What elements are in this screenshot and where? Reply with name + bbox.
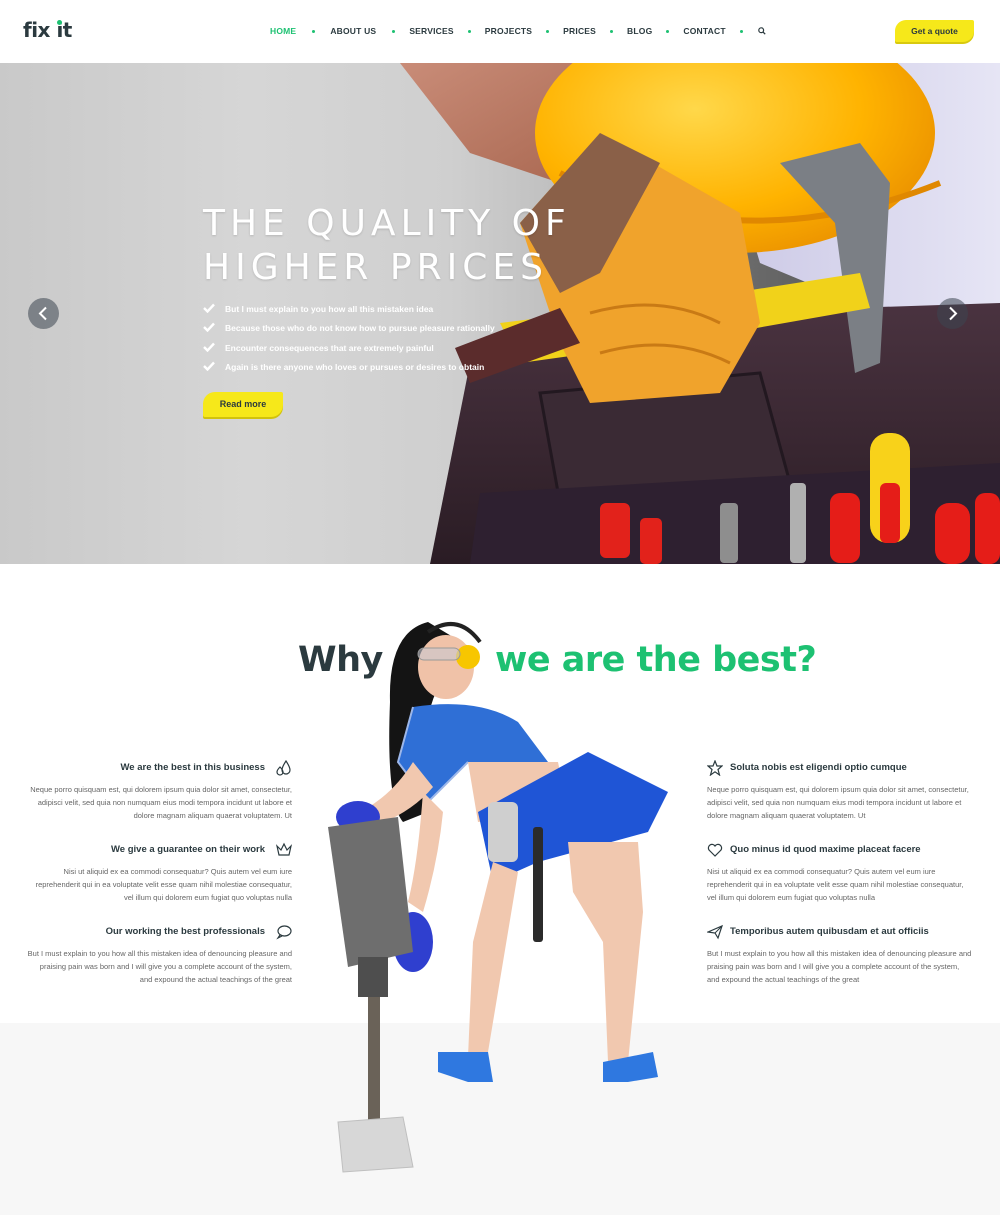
female-worker-illustration: [328, 622, 668, 1173]
feature-title: Our working the best professionals: [27, 924, 292, 940]
nav-prices[interactable]: PRICES: [563, 26, 596, 36]
logo-fix: fix: [23, 18, 50, 42]
logo-it-text: it: [56, 18, 72, 42]
feature-title: We give a guarantee on their work: [27, 842, 292, 858]
nav-separator: [312, 29, 316, 33]
feature-right-2: Quo minus id quod maxime placeat facere …: [707, 842, 972, 904]
feature-left-1: We are the best in this business Neque p…: [27, 760, 292, 822]
hero-bullet-text: Encounter consequences that are extremel…: [225, 342, 434, 353]
nav-services[interactable]: SERVICES: [409, 26, 453, 36]
feature-title: We are the best in this business: [27, 760, 292, 776]
feature-title: Soluta nobis est eligendi optio cumque: [707, 760, 972, 776]
feature-text: Nisi ut aliquid ex ea commodi consequatu…: [707, 867, 964, 902]
chat-bubble-icon: [276, 925, 292, 940]
feature-title-text: We give a guarantee on their work: [111, 844, 265, 855]
logo[interactable]: fix it: [23, 18, 72, 42]
heart-icon: [707, 843, 723, 857]
nav-about-us[interactable]: ABOUT US: [330, 26, 376, 36]
feature-title: Temporibus autem quibusdam et aut offici…: [707, 924, 972, 940]
feature-title: Quo minus id quod maxime placeat facere: [707, 842, 972, 858]
feature-title-text: Quo minus id quod maxime placeat facere: [730, 844, 921, 855]
hero-bullet-text: Because those who do not know how to pur…: [225, 323, 495, 334]
hero-bullet-text: But I must explain to you how all this m…: [225, 304, 434, 314]
hero-title: THE QUALITY OF HIGHER PRICES: [203, 202, 623, 290]
feature-title-text: Temporibus autem quibusdam et aut offici…: [730, 926, 929, 937]
feature-left-3: Our working the best professionals But I…: [27, 924, 292, 986]
hero-bullet: But I must explain to you how all this m…: [203, 302, 495, 321]
check-icon: [203, 342, 215, 352]
slider-prev-button[interactable]: [28, 298, 59, 329]
hero-bullet: Because those who do not know how to pur…: [203, 321, 495, 340]
nav-separator: [392, 29, 396, 33]
get-a-quote-button[interactable]: Get a quote: [895, 20, 974, 42]
search-icon[interactable]: [757, 27, 766, 35]
nav-projects[interactable]: PROJECTS: [485, 26, 532, 36]
check-icon: [203, 361, 215, 371]
hero-bullet-list: But I must explain to you how all this m…: [203, 302, 495, 379]
nav-separator: [467, 29, 471, 33]
hero-bullet: Encounter consequences that are extremel…: [203, 341, 495, 360]
crown-icon: [276, 842, 292, 856]
check-icon: [203, 303, 215, 313]
feature-right-3: Temporibus autem quibusdam et aut offici…: [707, 924, 972, 986]
star-icon: [707, 760, 723, 776]
drops-icon: [276, 760, 291, 776]
hero-worker-illustration: [400, 63, 1000, 564]
nav-separator: [610, 29, 614, 33]
nav-home[interactable]: HOME: [270, 26, 296, 36]
main-nav: HOME ABOUT US SERVICES PROJECTS PRICES B…: [270, 26, 766, 36]
chevron-right-icon: [949, 306, 958, 321]
site-header: fix it HOME ABOUT US SERVICES PROJECTS P…: [0, 0, 1000, 63]
hero-title-line-2: HIGHER PRICES: [203, 247, 548, 288]
feature-title-text: Our working the best professionals: [105, 926, 265, 937]
chevron-left-icon: [38, 306, 47, 321]
read-more-button[interactable]: Read more: [203, 392, 283, 417]
feature-text: Nisi ut aliquid ex ea commodi consequatu…: [35, 867, 292, 902]
hero-bullet-text: Again is there anyone who loves or pursu…: [225, 361, 485, 372]
nav-contact[interactable]: CONTACT: [683, 26, 725, 36]
feature-text: Neque porro quisquam est, qui dolorem ip…: [30, 785, 292, 820]
feature-title-text: We are the best in this business: [120, 762, 265, 773]
feature-right-1: Soluta nobis est eligendi optio cumque N…: [707, 760, 972, 822]
nav-separator: [739, 29, 743, 33]
nav-blog[interactable]: BLOG: [627, 26, 652, 36]
hero-slider: THE QUALITY OF HIGHER PRICES But I must …: [0, 63, 1000, 564]
paper-plane-icon: [707, 924, 723, 940]
feature-text: But I must explain to you how all this m…: [707, 949, 972, 984]
feature-left-2: We give a guarantee on their work Nisi u…: [27, 842, 292, 904]
logo-it: it: [56, 18, 72, 42]
feature-text: Neque porro quisquam est, qui dolorem ip…: [707, 785, 969, 820]
hero-title-line-1: THE QUALITY OF: [203, 203, 571, 244]
check-icon: [203, 322, 215, 333]
hero-bullet: Again is there anyone who loves or pursu…: [203, 360, 495, 379]
nav-separator: [546, 29, 550, 33]
feature-title-text: Soluta nobis est eligendi optio cumque: [730, 762, 907, 773]
feature-text: But I must explain to you how all this m…: [27, 949, 292, 984]
nav-separator: [666, 29, 670, 33]
slider-next-button[interactable]: [937, 298, 968, 329]
